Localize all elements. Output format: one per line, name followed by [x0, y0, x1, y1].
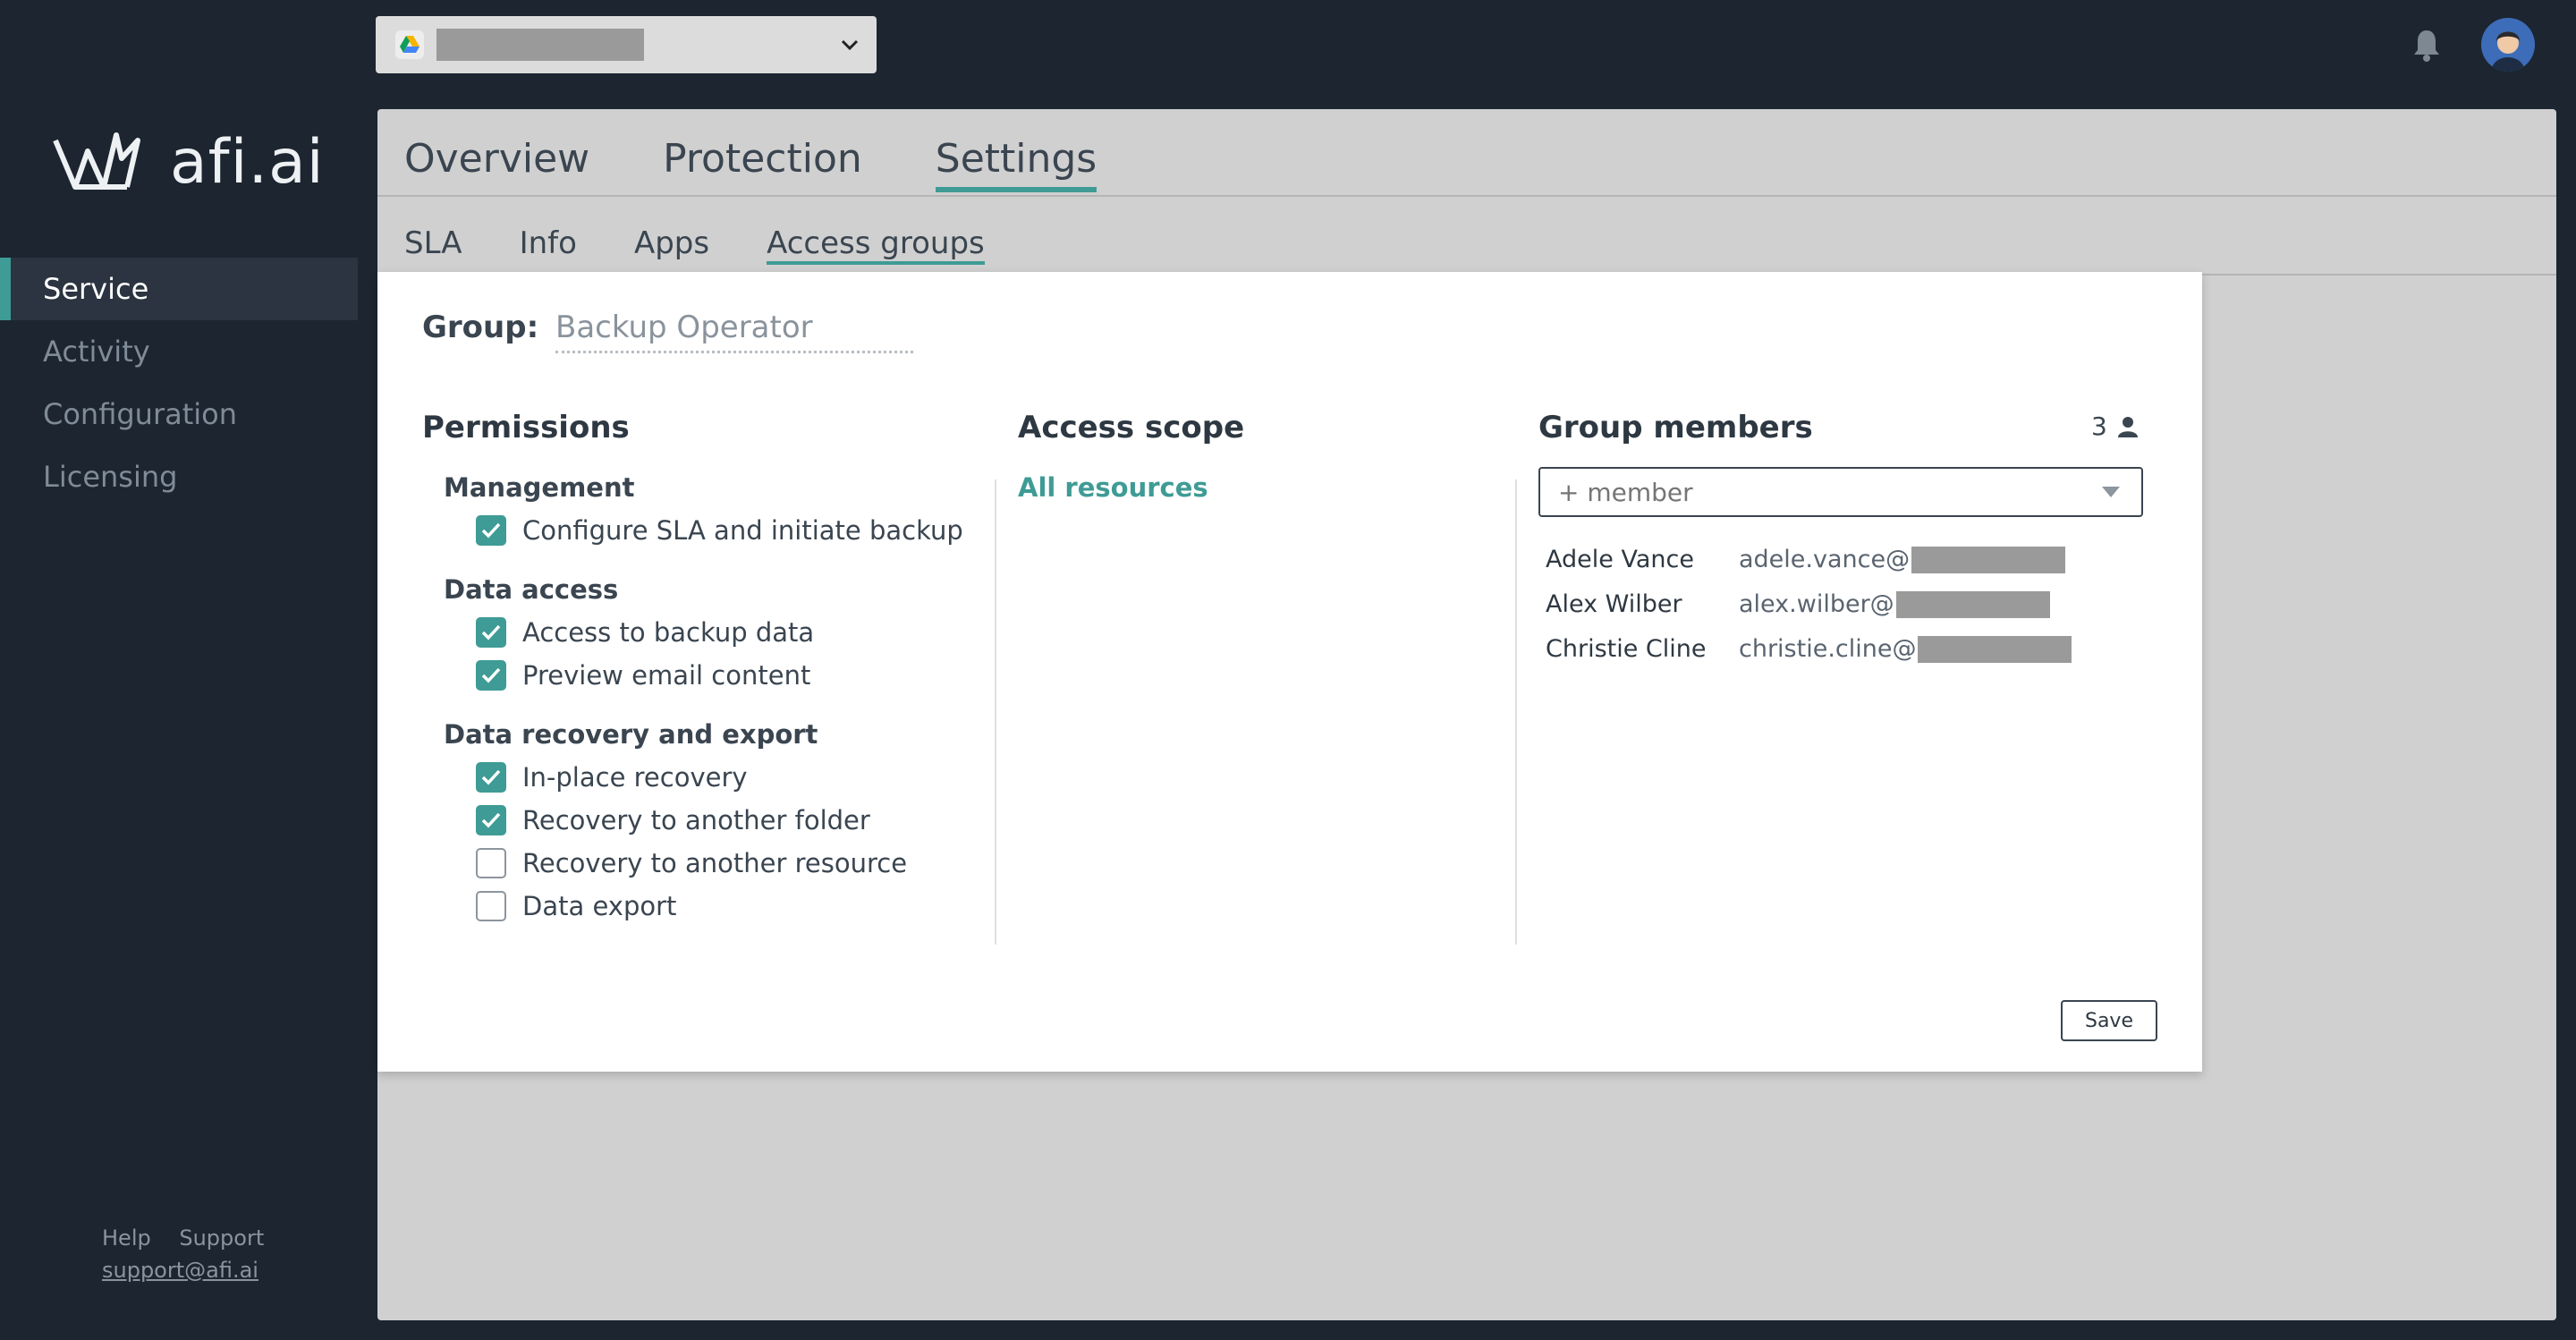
member-email: adele.vance@: [1739, 546, 1911, 573]
permission-in-place-recovery[interactable]: In-place recovery: [476, 762, 748, 793]
tenant-selector[interactable]: [376, 16, 877, 73]
subtab-sla[interactable]: SLA: [404, 225, 462, 265]
tab-settings[interactable]: Settings: [935, 136, 1097, 192]
permissions-title: Permissions: [422, 410, 630, 445]
member-count-value: 3: [2091, 411, 2107, 441]
member-name: Christie Cline: [1546, 635, 1707, 663]
column-divider: [995, 479, 996, 945]
checkbox-unchecked-icon[interactable]: [476, 848, 506, 878]
member-count: 3: [2091, 411, 2140, 441]
member-row[interactable]: Adele Vance adele.vance@: [1546, 546, 2066, 573]
permission-label: Recovery to another resource: [522, 848, 908, 878]
sidebar-item-configuration[interactable]: Configuration: [0, 383, 358, 445]
member-row[interactable]: Alex Wilber alex.wilber@: [1546, 590, 2050, 618]
sub-tabs: SLA Info Apps Access groups: [404, 225, 1042, 265]
checkbox-checked-icon[interactable]: [476, 762, 506, 793]
group-members-title: Group members: [1538, 410, 1813, 445]
permission-label: Recovery to another folder: [522, 805, 870, 835]
member-name: Adele Vance: [1546, 546, 1694, 573]
chevron-down-icon: [841, 39, 859, 51]
tenant-name-redacted: [436, 29, 644, 61]
all-resources-link[interactable]: All resources: [1018, 472, 1208, 503]
main-tabs: Overview Protection Settings: [404, 136, 1170, 192]
sidebar-footer: Help Support support@afi.ai: [102, 1222, 285, 1286]
permission-preview-email[interactable]: Preview email content: [476, 660, 810, 691]
member-row[interactable]: Christie Cline christie.cline@: [1546, 635, 2072, 663]
top-bar: [358, 0, 2576, 89]
checkbox-checked-icon[interactable]: [476, 617, 506, 648]
afi-logo[interactable]: afi.ai: [52, 127, 325, 198]
checkbox-unchecked-icon[interactable]: [476, 891, 506, 921]
support-email-link[interactable]: support@afi.ai: [102, 1254, 285, 1286]
subtab-apps[interactable]: Apps: [634, 225, 709, 265]
sidebar: afi.ai Service Activity Configuration Li…: [0, 0, 358, 1340]
sidebar-item-activity[interactable]: Activity: [0, 320, 358, 383]
access-group-dialog: Group: Backup Operator Permissions Manag…: [377, 272, 2202, 1072]
tab-overview[interactable]: Overview: [404, 136, 589, 192]
group-name-row: Group: Backup Operator: [422, 310, 913, 353]
section-data-access: Data access: [444, 574, 619, 605]
member-email: alex.wilber@: [1739, 590, 1894, 618]
sidebar-item-service[interactable]: Service: [0, 258, 358, 320]
member-email: christie.cline@: [1739, 635, 1917, 663]
tabs-divider: [377, 195, 2556, 197]
email-domain-redacted: [1895, 590, 2050, 618]
permission-label: Preview email content: [522, 660, 811, 691]
permission-recovery-another-folder[interactable]: Recovery to another folder: [476, 805, 870, 835]
permission-label: In-place recovery: [522, 762, 748, 793]
user-avatar[interactable]: [2481, 18, 2535, 72]
access-scope-title: Access scope: [1018, 410, 1245, 445]
checkbox-checked-icon[interactable]: [476, 805, 506, 835]
logo-text: afi.ai: [170, 127, 325, 198]
add-member-input[interactable]: [1538, 467, 2143, 517]
support-link[interactable]: Support: [179, 1226, 264, 1251]
avatar-icon: [2481, 18, 2535, 72]
permission-data-export[interactable]: Data export: [476, 891, 676, 921]
group-label: Group:: [422, 310, 539, 345]
email-domain-redacted: [1911, 546, 2066, 573]
permission-label: Configure SLA and initiate backup: [522, 515, 963, 546]
user-icon: [2117, 416, 2138, 437]
section-data-recovery: Data recovery and export: [444, 719, 818, 750]
checkbox-checked-icon[interactable]: [476, 660, 506, 691]
permission-configure-sla[interactable]: Configure SLA and initiate backup: [476, 515, 963, 546]
permission-label: Data export: [522, 891, 677, 921]
permission-access-backup-data[interactable]: Access to backup data: [476, 617, 814, 648]
section-management: Management: [444, 472, 635, 503]
subtab-info[interactable]: Info: [520, 225, 577, 265]
subtab-access-groups[interactable]: Access groups: [767, 225, 985, 265]
help-link[interactable]: Help: [102, 1226, 151, 1251]
email-domain-redacted: [1918, 635, 2072, 663]
sidebar-item-licensing[interactable]: Licensing: [0, 445, 358, 508]
bell-icon[interactable]: [2411, 27, 2442, 63]
save-button[interactable]: Save: [2061, 1000, 2157, 1041]
column-divider: [1515, 479, 1517, 945]
sidebar-nav: Service Activity Configuration Licensing: [0, 258, 358, 508]
member-name: Alex Wilber: [1546, 590, 1682, 618]
group-name-field[interactable]: Backup Operator: [555, 310, 913, 353]
tab-protection[interactable]: Protection: [663, 136, 862, 192]
permission-label: Access to backup data: [522, 617, 815, 648]
main-panel: Overview Protection Settings SLA Info Ap…: [377, 109, 2556, 1320]
google-drive-icon: [395, 30, 424, 59]
checkbox-checked-icon[interactable]: [476, 515, 506, 546]
crown-logo-icon: [53, 131, 140, 190]
permission-recovery-another-resource[interactable]: Recovery to another resource: [476, 848, 907, 878]
